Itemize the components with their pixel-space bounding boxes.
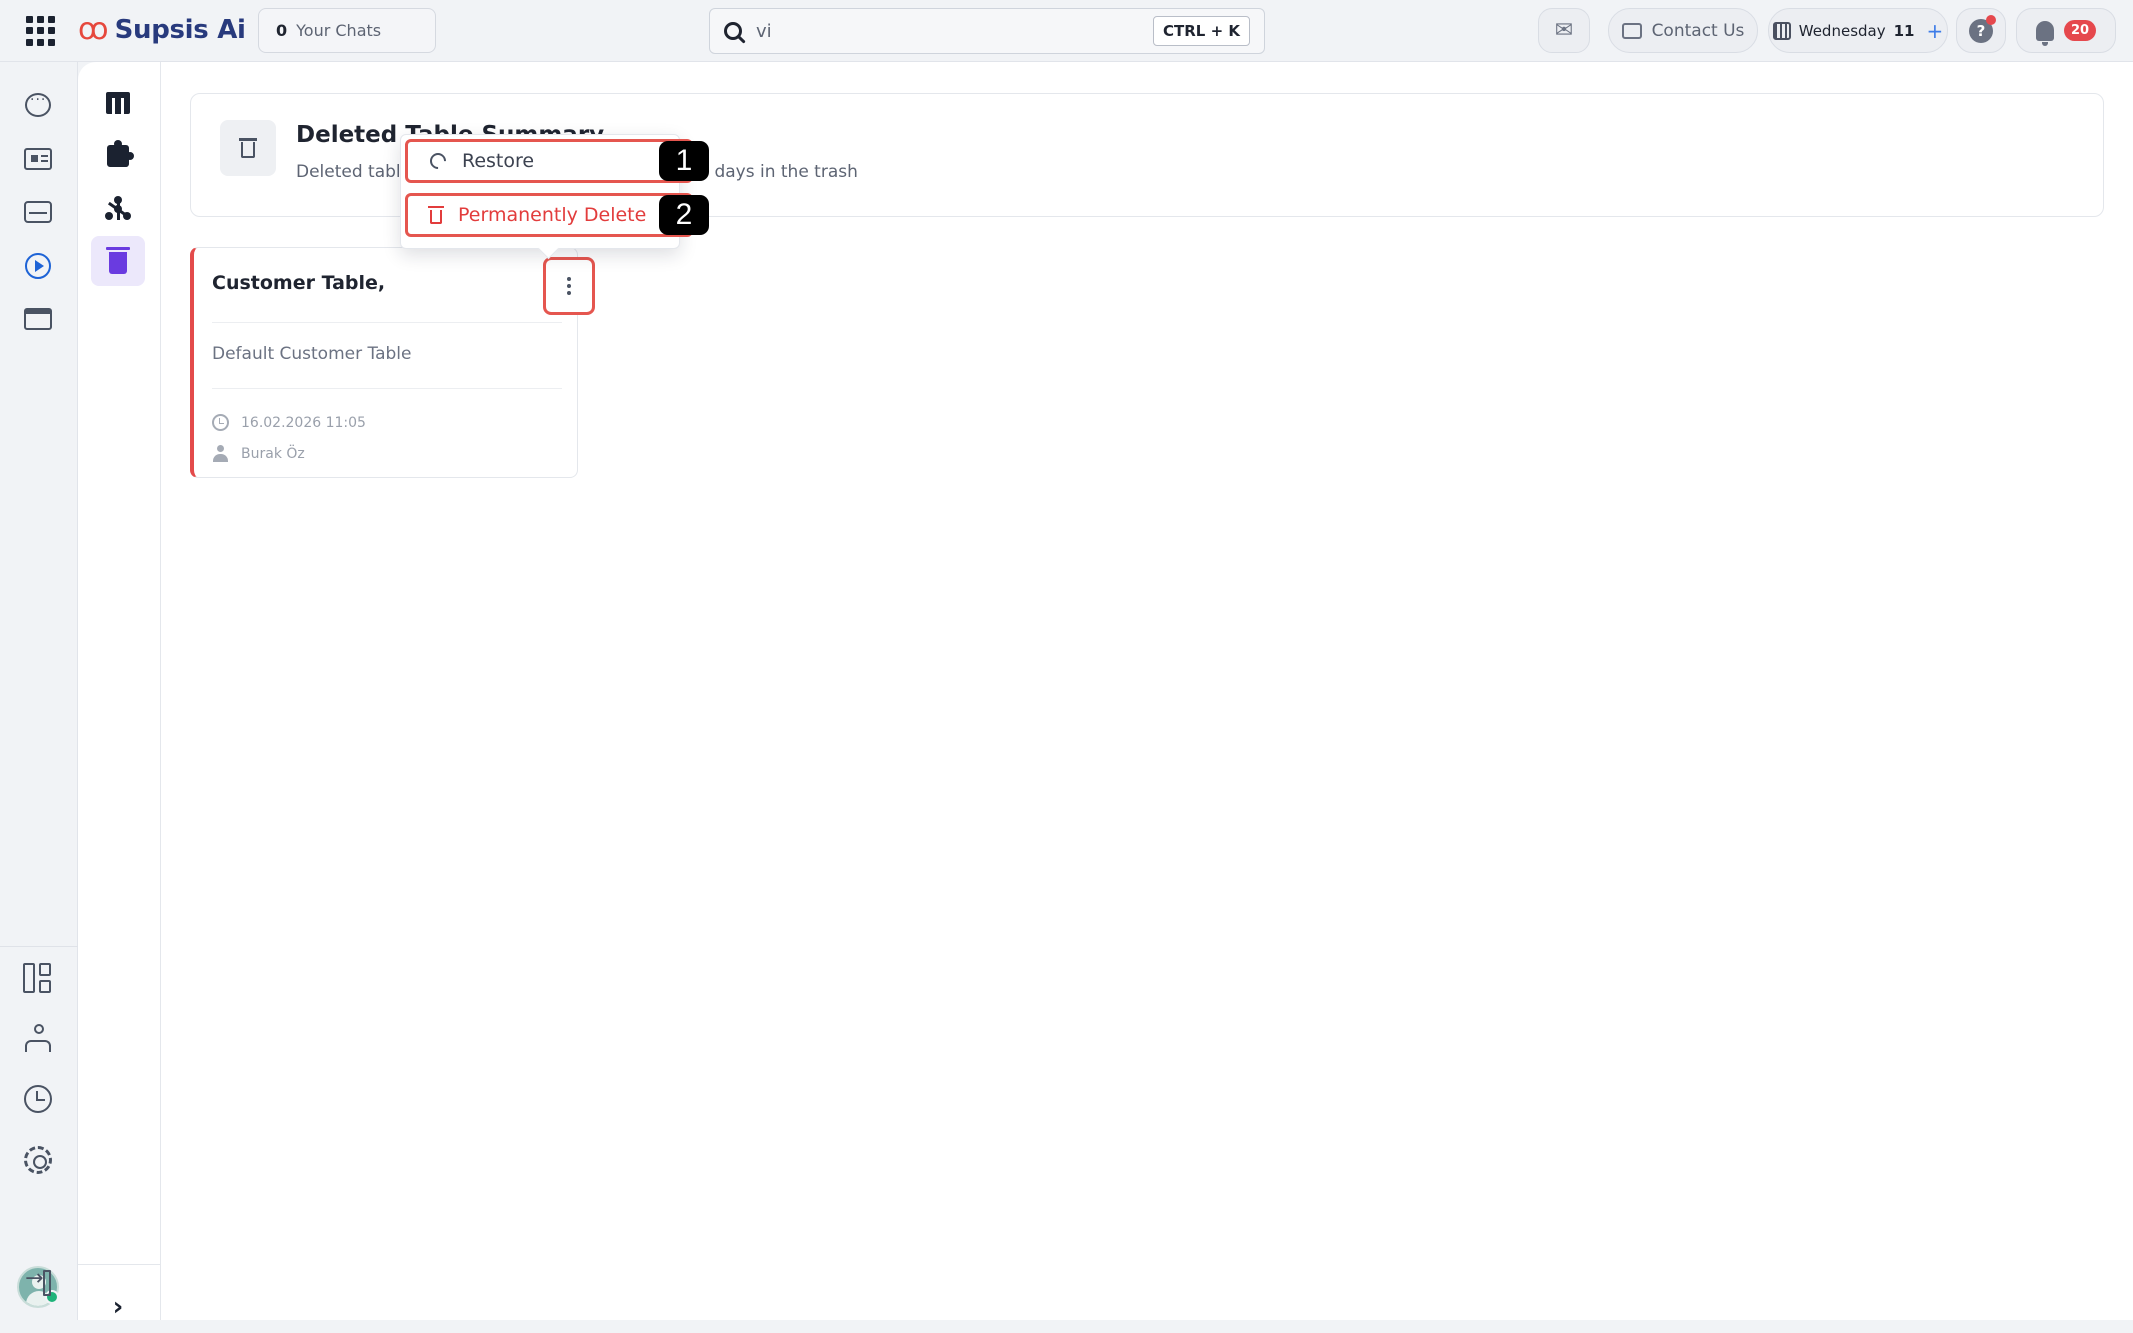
restore-menu-item[interactable]: Restore — [405, 139, 693, 183]
gear-icon — [24, 1146, 52, 1174]
step-marker-1: 1 — [659, 141, 709, 181]
help-button[interactable]: ? — [1956, 8, 2006, 53]
sidebar-item-dashboard[interactable] — [21, 961, 55, 995]
table-icon — [106, 92, 130, 114]
chevron-right-icon: › — [112, 1292, 124, 1322]
contact-us-label: Contact Us — [1651, 20, 1745, 41]
chats-label: Your Chats — [296, 21, 382, 40]
sidebar-item-hierarchy[interactable] — [21, 1022, 55, 1056]
search-icon — [724, 22, 742, 40]
sidebar-item-logout[interactable] — [21, 1264, 55, 1298]
deleted-by: Burak Öz — [212, 445, 305, 462]
table-card-title: Customer Table, — [212, 272, 386, 294]
contact-us-button[interactable]: Contact Us — [1608, 8, 1758, 53]
logo-mark-icon: ꝏ — [78, 12, 109, 47]
calendar-button[interactable]: Wednesday 11 + — [1768, 8, 1948, 53]
subnav-integrations[interactable] — [91, 131, 145, 181]
table-card-description: Default Customer Table — [212, 344, 412, 364]
delete-icon — [428, 205, 444, 224]
header-trash-badge — [220, 120, 276, 176]
chat-icon — [25, 92, 51, 117]
sidebar-item-browser[interactable] — [21, 302, 55, 336]
clock-icon — [212, 414, 229, 431]
secondary-sidebar: › — [78, 62, 161, 1322]
step-marker-2: 2 — [659, 195, 709, 235]
mail-button[interactable]: ✉ — [1538, 8, 1590, 53]
sidebar-item-inbox[interactable] — [21, 195, 55, 229]
sidebar-item-reports[interactable] — [21, 1082, 55, 1116]
top-bar: ꝏ Supsis Ai 0 Your Chats CTRL + K ✉ Cont… — [0, 0, 2133, 62]
play-circle-icon — [25, 253, 51, 279]
restore-icon — [426, 149, 450, 173]
add-event-icon[interactable]: + — [1926, 19, 1943, 43]
deleted-table-card[interactable]: Customer Table, Default Customer Table 1… — [190, 247, 595, 478]
sidebar-item-settings[interactable] — [21, 1143, 55, 1177]
chats-count: 0 — [276, 21, 288, 40]
search-bar[interactable]: CTRL + K — [709, 8, 1265, 54]
card-divider — [212, 322, 562, 323]
chat-bubble-icon — [1621, 22, 1642, 39]
permanently-delete-label: Permanently Delete — [458, 204, 647, 226]
sidebar-item-contacts[interactable] — [21, 142, 55, 176]
trash-outline-icon — [239, 138, 257, 158]
restore-label: Restore — [462, 150, 535, 172]
help-alert-dot — [1986, 15, 1996, 25]
notification-badge: 20 — [2063, 20, 2097, 41]
pie-clock-icon — [24, 1085, 52, 1113]
card-divider — [212, 388, 562, 389]
card-context-menu: Restore Permanently Delete — [400, 134, 693, 249]
user-icon — [212, 445, 229, 462]
subnav-trash[interactable] — [91, 236, 145, 286]
subrail-divider — [78, 1264, 161, 1265]
main-content: Deleted Table Summary Deleted tables are… — [161, 62, 2133, 1320]
subnav-tables[interactable] — [91, 78, 145, 128]
your-chats-button[interactable]: 0 Your Chats — [258, 8, 436, 53]
layout-icon — [23, 963, 53, 993]
notifications-button[interactable]: 20 — [2016, 8, 2116, 53]
mail-icon: ✉ — [1554, 18, 1574, 43]
sidebar-item-automation[interactable] — [21, 249, 55, 283]
expand-sidebar-button[interactable]: › — [91, 1282, 145, 1332]
inbox-icon — [24, 201, 52, 223]
hierarchy-icon — [23, 1024, 53, 1054]
sidebar-item-chats[interactable] — [21, 88, 55, 122]
logo-text: Supsis Ai — [114, 15, 246, 45]
deleted-date-value: 16.02.2026 11:05 — [241, 414, 366, 431]
apps-grid-icon[interactable] — [26, 16, 56, 46]
calendar-icon — [1772, 21, 1791, 40]
logout-icon — [25, 1266, 51, 1296]
subnav-relations[interactable] — [91, 184, 145, 234]
day-number: 11 — [1893, 21, 1915, 40]
logo[interactable]: ꝏ Supsis Ai — [78, 12, 246, 48]
search-input[interactable] — [756, 20, 1153, 42]
deleted-by-value: Burak Öz — [241, 445, 305, 462]
day-name: Wednesday — [1798, 21, 1886, 40]
card-menu-button[interactable] — [543, 257, 595, 315]
primary-sidebar — [0, 62, 78, 1320]
search-shortcut: CTRL + K — [1153, 16, 1250, 46]
browser-window-icon — [24, 308, 52, 330]
network-icon — [105, 196, 131, 222]
puzzle-icon — [107, 140, 134, 167]
sidebar-divider — [0, 946, 78, 947]
permanently-delete-menu-item[interactable]: Permanently Delete — [405, 193, 693, 237]
deleted-date: 16.02.2026 11:05 — [212, 414, 366, 431]
bell-icon — [2035, 20, 2054, 46]
contact-card-icon — [24, 148, 52, 170]
trash-icon — [106, 247, 130, 274]
